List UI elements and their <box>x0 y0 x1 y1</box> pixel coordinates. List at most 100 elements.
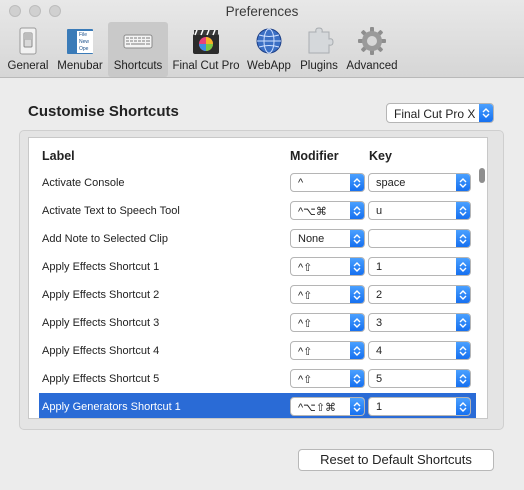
toolbar-item-advanced[interactable]: Advanced <box>344 22 400 77</box>
menubar-icon-text-open: Ope <box>79 46 89 52</box>
key-popup[interactable] <box>368 229 471 248</box>
gear-icon <box>358 27 386 55</box>
stepper-arrows-icon <box>456 286 470 303</box>
table-row[interactable]: Add Note to Selected Clip None <box>39 225 476 253</box>
stepper-arrows-icon <box>350 230 364 247</box>
row-label: Activate Text to Speech Tool <box>42 205 180 217</box>
modifier-popup[interactable]: ^⇧ <box>290 313 365 332</box>
menubar-icon-text-file: File <box>79 32 87 38</box>
titlebar: Preferences General File New Ope Menubar <box>0 0 524 78</box>
scrollbar-thumb[interactable] <box>479 168 485 183</box>
menubar-icon: File New Ope <box>67 29 93 54</box>
row-label: Add Note to Selected Clip <box>42 233 168 245</box>
stepper-arrows-icon <box>350 286 364 303</box>
page-title: Customise Shortcuts <box>28 103 179 120</box>
column-header-modifier: Modifier <box>290 149 339 163</box>
app-select[interactable]: Final Cut Pro X <box>386 103 494 123</box>
table-row[interactable]: Apply Generators Shortcut 1 ^⌥⇧⌘ 1 <box>39 393 476 418</box>
stepper-arrows-icon <box>456 370 470 387</box>
modifier-value: ^⌥⌘ <box>298 206 327 218</box>
row-label: Apply Effects Shortcut 4 <box>42 345 160 357</box>
key-popup[interactable]: 1 <box>368 397 471 416</box>
reset-to-default-button[interactable]: Reset to Default Shortcuts <box>298 449 494 471</box>
toolbar-label-shortcuts: Shortcuts <box>113 60 163 72</box>
modifier-value: ^ <box>298 177 304 189</box>
key-value: 1 <box>376 261 383 273</box>
row-label: Apply Generators Shortcut 1 <box>42 401 181 413</box>
modifier-value: None <box>298 233 325 245</box>
modifier-value: ^⇧ <box>298 262 313 274</box>
toolbar-label-plugins: Plugins <box>300 60 338 72</box>
preferences-window: Preferences General File New Ope Menubar <box>0 0 524 490</box>
column-header-key: Key <box>369 149 392 163</box>
vertical-scrollbar[interactable] <box>477 168 486 418</box>
key-popup[interactable]: 5 <box>368 369 471 388</box>
modifier-popup[interactable]: ^⇧ <box>290 285 365 304</box>
row-label: Apply Effects Shortcut 1 <box>42 261 160 273</box>
modifier-popup[interactable]: ^⇧ <box>290 257 365 276</box>
stepper-arrows-icon <box>456 398 470 415</box>
modifier-value: ^⇧ <box>298 290 313 302</box>
shortcuts-table: Label Modifier Key Activate Console ^ spac… <box>28 137 488 419</box>
toolbar-item-webapp[interactable]: WebApp <box>244 22 294 77</box>
table-row[interactable]: Activate Console ^ space <box>39 169 476 197</box>
key-value: 5 <box>376 373 383 385</box>
toolbar-label-final-cut-pro: Final Cut Pro <box>172 60 240 72</box>
row-label: Activate Console <box>42 177 125 189</box>
modifier-value: ^⇧ <box>298 346 313 358</box>
keyboard-icon <box>123 34 153 49</box>
table-row[interactable]: Activate Text to Speech Tool ^⌥⌘ u <box>39 197 476 225</box>
key-value: 4 <box>376 345 383 357</box>
row-label: Apply Effects Shortcut 3 <box>42 317 160 329</box>
window-title: Preferences <box>225 4 299 19</box>
modifier-popup[interactable]: ^⌥⌘ <box>290 201 365 220</box>
modifier-popup[interactable]: ^⌥⇧⌘ <box>290 397 365 416</box>
toolbar-label-webapp: WebApp <box>247 60 291 72</box>
stepper-arrows-icon <box>350 258 364 275</box>
row-label: Apply Effects Shortcut 5 <box>42 373 160 385</box>
toolbar-item-menubar[interactable]: File New Ope Menubar <box>54 22 106 77</box>
globe-icon <box>256 28 282 54</box>
table-row[interactable]: Apply Effects Shortcut 1 ^⇧ 1 <box>39 253 476 281</box>
key-popup[interactable]: u <box>368 201 471 220</box>
modifier-popup[interactable]: ^⇧ <box>290 341 365 360</box>
toolbar-label-general: General <box>7 60 49 72</box>
modifier-value: ^⇧ <box>298 374 313 386</box>
final-cut-pro-icon <box>193 29 219 54</box>
modifier-value: ^⌥⇧⌘ <box>298 402 337 414</box>
stepper-arrows-icon <box>350 314 364 331</box>
key-popup[interactable]: 4 <box>368 341 471 360</box>
modifier-value: ^⇧ <box>298 318 313 330</box>
table-row[interactable]: Apply Effects Shortcut 5 ^⇧ 5 <box>39 365 476 393</box>
toolbar-item-final-cut-pro[interactable]: Final Cut Pro <box>170 22 242 77</box>
key-popup[interactable]: 1 <box>368 257 471 276</box>
stepper-arrows-icon <box>350 370 364 387</box>
key-value: 3 <box>376 317 383 329</box>
table-row[interactable]: Apply Effects Shortcut 4 ^⇧ 4 <box>39 337 476 365</box>
toolbar-item-shortcuts[interactable]: Shortcuts <box>108 22 168 77</box>
modifier-popup[interactable]: ^⇧ <box>290 369 365 388</box>
toolbar-item-general[interactable]: General <box>4 22 52 77</box>
app-select-value: Final Cut Pro X <box>394 107 476 121</box>
table-row[interactable]: Apply Effects Shortcut 2 ^⇧ 2 <box>39 281 476 309</box>
stepper-arrows-icon <box>456 230 470 247</box>
puzzle-piece-icon <box>308 27 334 54</box>
stepper-arrows-icon <box>350 174 364 191</box>
key-value: u <box>376 205 383 217</box>
modifier-popup[interactable]: ^ <box>290 173 365 192</box>
key-value: 2 <box>376 289 383 301</box>
key-popup[interactable]: 3 <box>368 313 471 332</box>
key-popup[interactable]: 2 <box>368 285 471 304</box>
stepper-arrows-icon <box>456 258 470 275</box>
modifier-popup[interactable]: None <box>290 229 365 248</box>
key-popup[interactable]: space <box>368 173 471 192</box>
stepper-arrows-icon <box>350 202 364 219</box>
toolbar-item-plugins[interactable]: Plugins <box>296 22 342 77</box>
stepper-arrows-icon <box>456 174 470 191</box>
table-row[interactable]: Apply Effects Shortcut 3 ^⇧ 3 <box>39 309 476 337</box>
column-header-label: Label <box>42 149 75 163</box>
stepper-arrows-icon <box>350 398 364 415</box>
key-value: space <box>376 177 406 189</box>
row-label: Apply Effects Shortcut 2 <box>42 289 160 301</box>
stepper-arrows-icon <box>456 202 470 219</box>
